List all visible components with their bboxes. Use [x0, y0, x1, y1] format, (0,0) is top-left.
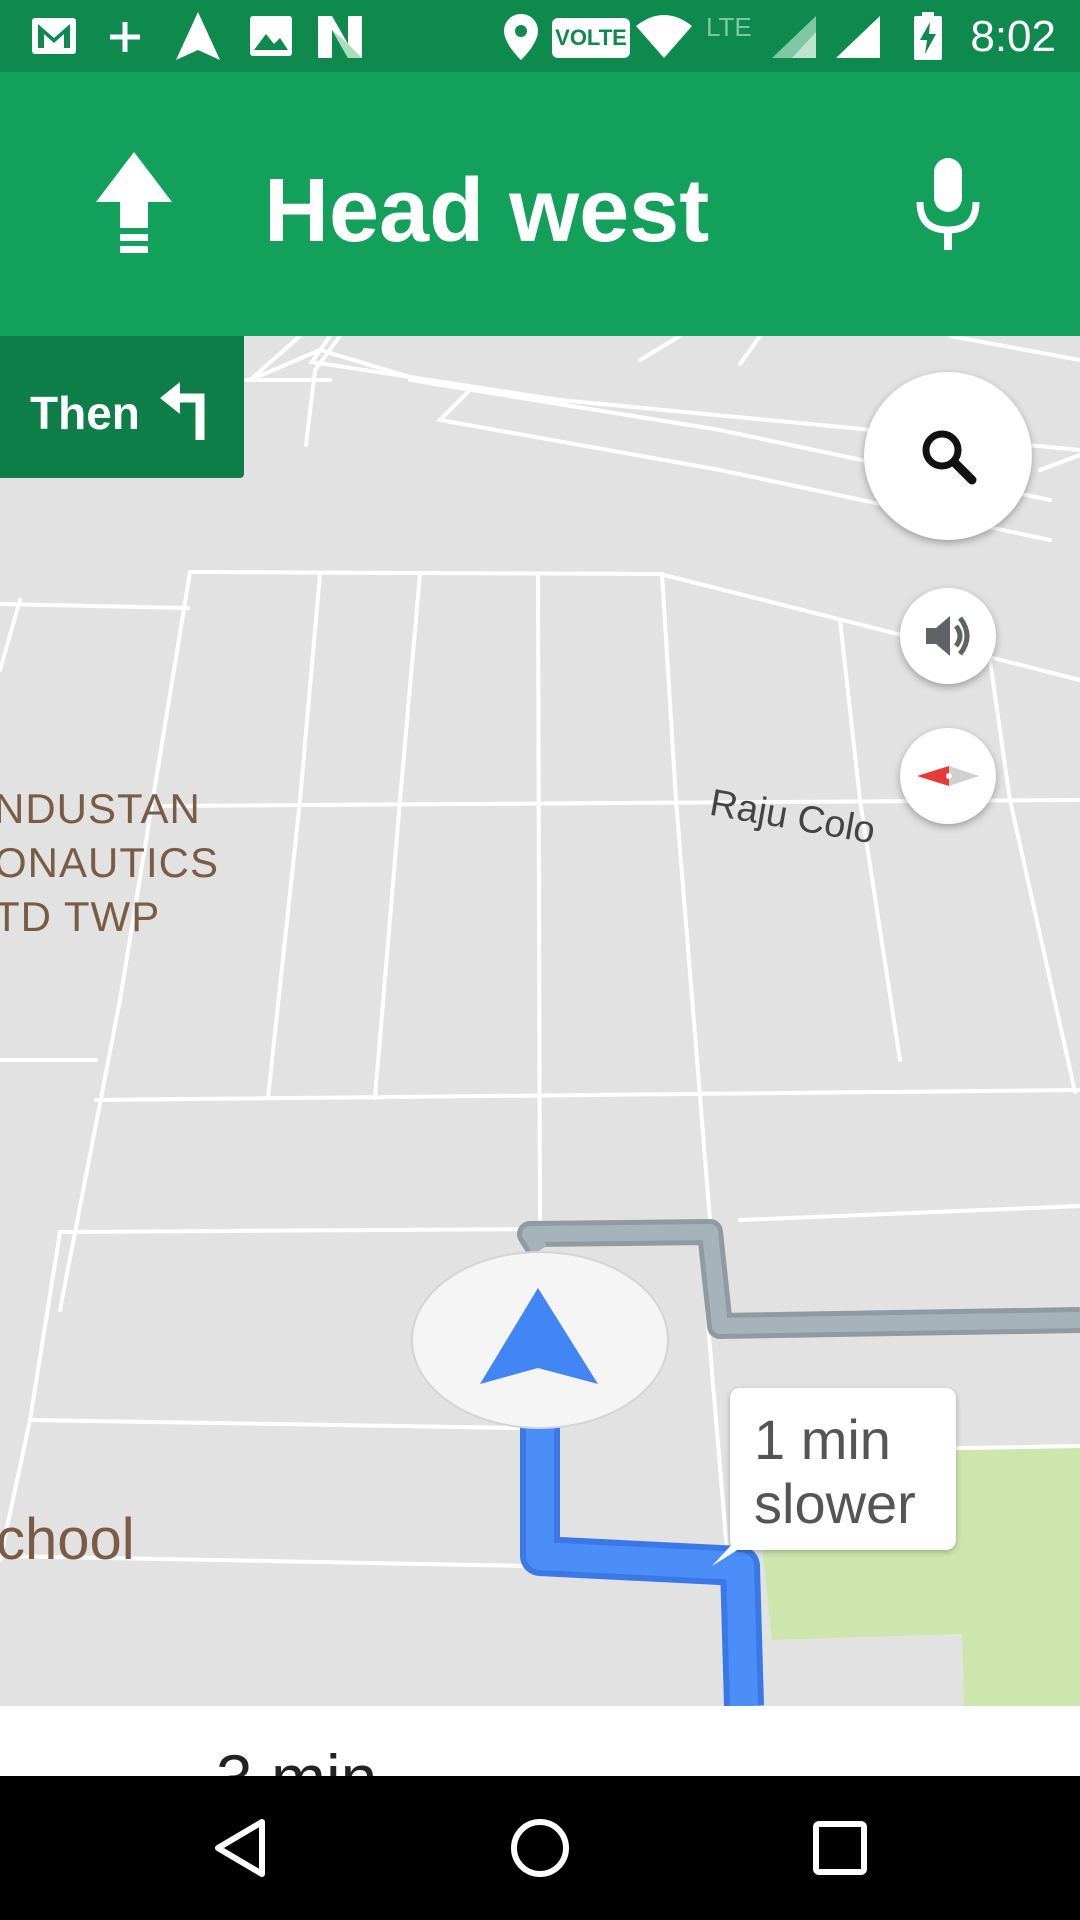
poi-label-line: TD TWP — [0, 893, 161, 940]
plus-icon — [110, 22, 140, 52]
volte-badge: VOLTE — [552, 18, 630, 58]
bottom-sheet[interactable]: 3 min — [0, 1706, 1080, 1776]
then-chip[interactable]: Then — [0, 336, 244, 478]
callout-line-2: slower — [754, 1472, 916, 1535]
poi-label-line: ONAUTICS — [0, 839, 220, 886]
poi-label-line: NDUSTAN — [0, 785, 201, 832]
poi-label: NDUSTAN ONAUTICS TD TWP — [0, 782, 219, 944]
image-icon — [250, 16, 292, 56]
compass-icon — [917, 766, 979, 786]
n-icon — [318, 16, 362, 58]
recents-icon[interactable] — [800, 1808, 880, 1888]
compass-button[interactable] — [900, 728, 996, 824]
navigation-icon — [176, 12, 220, 60]
turn-left-icon — [160, 382, 205, 440]
home-icon[interactable] — [500, 1808, 580, 1888]
location-icon — [504, 14, 538, 60]
callout-line-1: 1 min — [754, 1408, 891, 1471]
map[interactable]: NDUSTAN ONAUTICS TD TWP chool Raju Colo … — [0, 336, 1080, 1920]
status-bar: VOLTE LTE 8:02 — [0, 0, 1080, 72]
callout-tail — [712, 1542, 750, 1566]
nav-header: Head west — [0, 72, 1080, 336]
screen: NDUSTAN ONAUTICS TD TWP chool Raju Colo … — [0, 0, 1080, 1920]
mic-button[interactable] — [900, 152, 996, 262]
then-label: Then — [30, 387, 140, 439]
status-time: 8:02 — [970, 12, 1056, 61]
battery-charging-icon — [914, 12, 942, 60]
signal-icon — [836, 16, 880, 58]
volume-icon — [926, 616, 970, 656]
instruction-text: Head west — [264, 161, 710, 261]
search-button[interactable] — [864, 372, 1032, 540]
back-icon[interactable] — [200, 1808, 280, 1888]
lte-signal-icon — [772, 16, 816, 58]
arrow-up-icon — [96, 152, 172, 253]
school-label: chool — [0, 1507, 135, 1572]
route-callout[interactable]: 1 min slower — [730, 1388, 956, 1550]
eta-text: 3 min — [216, 1740, 377, 1776]
callout-text: 1 min slower — [754, 1408, 916, 1536]
nav-bar — [0, 1776, 1080, 1920]
mic-icon — [916, 158, 980, 250]
volume-button[interactable] — [900, 588, 996, 684]
wifi-icon — [636, 15, 692, 58]
gmail-icon — [32, 18, 76, 54]
lte-label: LTE — [706, 12, 752, 42]
search-icon — [922, 430, 977, 485]
